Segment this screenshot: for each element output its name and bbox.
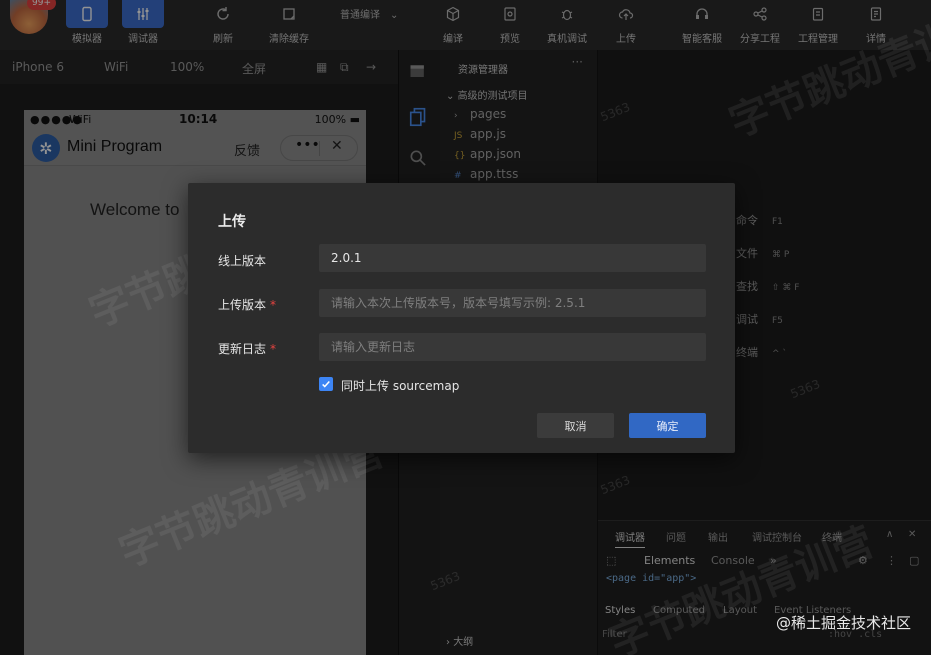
required-mark: * — [270, 342, 277, 356]
sourcemap-checkbox[interactable] — [319, 377, 333, 391]
changelog-input[interactable] — [319, 333, 706, 361]
required-mark: * — [270, 298, 277, 312]
dialog-title: 上传 — [218, 214, 246, 230]
checkmark-icon — [322, 380, 330, 388]
changelog-label: 更新日志 * — [218, 342, 277, 356]
online-version-field[interactable] — [319, 244, 706, 272]
corner-watermark: @稀土掘金技术社区 — [775, 614, 911, 632]
sourcemap-label[interactable]: 同时上传 sourcemap — [341, 377, 459, 394]
confirm-button[interactable]: 确定 — [629, 413, 706, 438]
upload-dialog: 上传 线上版本 上传版本* 更新日志* 同时上传 sourcemap 取消 确定 — [188, 183, 735, 453]
upload-version-label: 上传版本 * — [218, 298, 277, 312]
upload-version-input[interactable] — [319, 289, 706, 317]
online-version-label: 线上版本 — [218, 254, 267, 268]
cancel-button[interactable]: 取消 — [537, 413, 614, 438]
